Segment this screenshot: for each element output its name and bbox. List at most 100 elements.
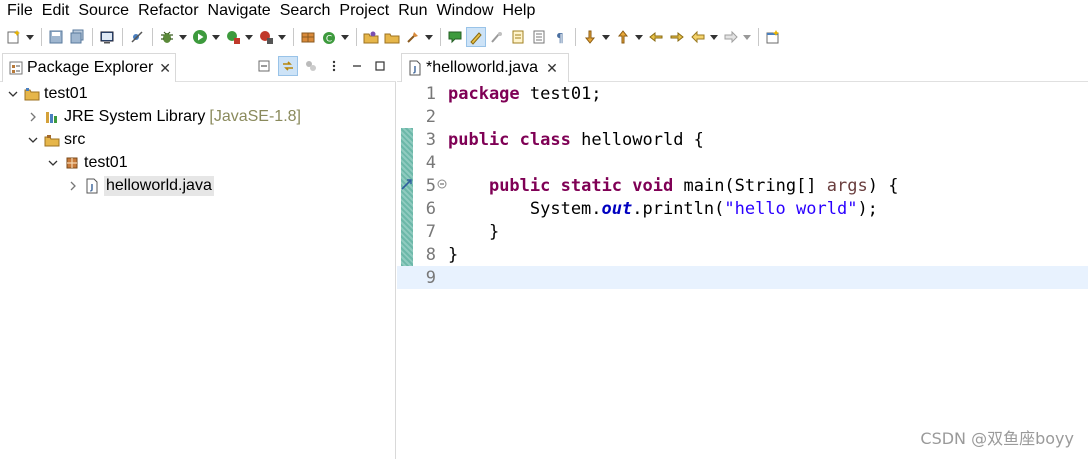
- open-task-icon[interactable]: [382, 27, 402, 47]
- fold-collapse-icon[interactable]: [437, 179, 447, 189]
- external-tools-icon[interactable]: [256, 27, 276, 47]
- new-java-project-icon[interactable]: [298, 27, 318, 47]
- paragraph-icon[interactable]: ¶: [550, 27, 570, 47]
- menu-source[interactable]: Source: [71, 0, 129, 22]
- code-text: public class helloworld {: [448, 129, 704, 150]
- code-line[interactable]: 7 }: [397, 220, 1088, 243]
- chevron-down-icon[interactable]: [26, 133, 40, 147]
- search-icon[interactable]: [403, 27, 423, 47]
- close-icon[interactable]: ✕: [546, 60, 558, 77]
- forward-icon[interactable]: [721, 27, 741, 47]
- open-perspective-icon[interactable]: [763, 27, 783, 47]
- menu-window[interactable]: Window: [430, 0, 494, 22]
- toolbar-separator: [575, 28, 576, 46]
- code-line[interactable]: 2: [397, 105, 1088, 128]
- package-icon: [64, 155, 80, 171]
- menu-search[interactable]: Search: [273, 0, 331, 22]
- chevron-right-icon[interactable]: [26, 110, 40, 124]
- menu-project[interactable]: Project: [332, 0, 389, 22]
- tree-item-label: helloworld.java: [104, 175, 214, 196]
- code-line[interactable]: 6 System.out.println("hello world");: [397, 197, 1088, 220]
- tree-item-src[interactable]: src: [0, 128, 396, 151]
- tab-package-explorer[interactable]: Package Explorer ✕: [2, 53, 176, 82]
- previous-annotation-icon[interactable]: [613, 27, 633, 47]
- toolbar-separator: [293, 28, 294, 46]
- tree-item-label: test01: [44, 84, 88, 102]
- block-selection-icon[interactable]: [508, 27, 528, 47]
- back-icon[interactable]: [688, 27, 708, 47]
- open-type-icon[interactable]: [361, 27, 381, 47]
- code-line[interactable]: 8 }: [397, 243, 1088, 266]
- code-line[interactable]: 4: [397, 151, 1088, 174]
- chevron-down-icon[interactable]: [6, 87, 20, 101]
- next-annotation-dropdown-icon[interactable]: [601, 27, 610, 47]
- debug-dropdown-icon[interactable]: [178, 27, 187, 47]
- view-actions: [252, 56, 390, 76]
- new-java-class-icon[interactable]: C: [319, 27, 339, 47]
- new-icon[interactable]: [4, 27, 24, 47]
- source-folder-icon: [44, 132, 60, 148]
- show-whitespace-icon[interactable]: [487, 27, 507, 47]
- toggle-mark-occurrences-icon[interactable]: [445, 27, 465, 47]
- tree-item-project[interactable]: test01: [0, 82, 396, 105]
- menu-run[interactable]: Run: [391, 0, 427, 22]
- project-icon: [24, 86, 40, 102]
- code-line[interactable]: 1 package test01;: [397, 82, 1088, 105]
- skip-breakpoints-icon[interactable]: [127, 27, 147, 47]
- tree-item-package[interactable]: test01: [0, 151, 396, 174]
- external-tools-dropdown-icon[interactable]: [277, 27, 286, 47]
- toolbar-separator: [758, 28, 759, 46]
- menu-refactor[interactable]: Refactor: [131, 0, 198, 22]
- coverage-dropdown-icon[interactable]: [244, 27, 253, 47]
- maximize-icon[interactable]: [370, 56, 390, 76]
- toolbar-separator: [122, 28, 123, 46]
- code-line[interactable]: 3 public class helloworld {: [397, 128, 1088, 151]
- line-number: 9: [425, 267, 436, 288]
- debug-icon[interactable]: [157, 27, 177, 47]
- line-number: 6: [425, 198, 436, 219]
- code-line[interactable]: 5 public static void main(String[] args)…: [397, 174, 1088, 197]
- package-explorer-view: Package Explorer ✕ test01 JRE System Lib…: [0, 52, 396, 459]
- previous-annotation-dropdown-icon[interactable]: [634, 27, 643, 47]
- link-with-editor-icon[interactable]: [278, 56, 298, 76]
- tree-item-helloworld-java[interactable]: J helloworld.java: [0, 174, 396, 197]
- tree-item-label: test01: [84, 153, 128, 171]
- run-dropdown-icon[interactable]: [211, 27, 220, 47]
- close-icon[interactable]: ✕: [159, 60, 171, 77]
- last-edit-location-icon[interactable]: [646, 27, 666, 47]
- save-all-icon[interactable]: [67, 27, 87, 47]
- forward-dropdown-icon[interactable]: [742, 27, 751, 47]
- terminal-icon[interactable]: [97, 27, 117, 47]
- view-menu-icon[interactable]: [324, 56, 344, 76]
- line-number: 8: [425, 244, 436, 265]
- editor-text-area[interactable]: 1 package test01; 2 3 public class hello…: [397, 82, 1088, 459]
- chevron-right-icon[interactable]: [66, 179, 80, 193]
- svg-text:¶: ¶: [556, 31, 564, 45]
- line-number: 5: [425, 175, 436, 196]
- new-dropdown-icon[interactable]: [25, 27, 34, 47]
- focus-active-task-icon[interactable]: [301, 56, 321, 76]
- tree-item-jre-library[interactable]: JRE System Library [JavaSE-1.8]: [0, 105, 396, 128]
- collapse-all-icon[interactable]: [255, 56, 275, 76]
- next-annotation-icon[interactable]: [580, 27, 600, 47]
- menu-file[interactable]: File: [0, 0, 33, 22]
- word-wrap-icon[interactable]: [529, 27, 549, 47]
- run-icon[interactable]: [190, 27, 210, 47]
- tab-helloworld-java[interactable]: J *helloworld.java ✕: [401, 53, 569, 82]
- menu-navigate[interactable]: Navigate: [201, 0, 271, 22]
- back-dropdown-icon[interactable]: [709, 27, 718, 47]
- chevron-down-icon[interactable]: [46, 156, 60, 170]
- line-number: 7: [425, 221, 436, 242]
- menu-bar: File Edit Source Refactor Navigate Searc…: [0, 0, 1088, 22]
- menu-edit[interactable]: Edit: [35, 0, 70, 22]
- search-dropdown-icon[interactable]: [424, 27, 433, 47]
- new-class-dropdown-icon[interactable]: [340, 27, 349, 47]
- coverage-icon[interactable]: [223, 27, 243, 47]
- current-code-line[interactable]: 9: [397, 266, 1088, 289]
- line-number: 2: [425, 106, 436, 127]
- menu-help[interactable]: Help: [495, 0, 535, 22]
- last-edit-forward-icon[interactable]: [667, 27, 687, 47]
- highlight-icon[interactable]: [466, 27, 486, 47]
- minimize-icon[interactable]: [347, 56, 367, 76]
- save-icon[interactable]: [46, 27, 66, 47]
